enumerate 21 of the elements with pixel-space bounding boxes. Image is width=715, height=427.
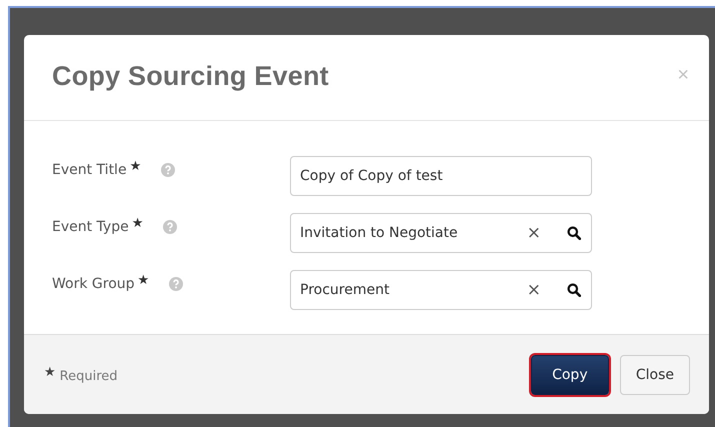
search-icon[interactable] — [567, 226, 581, 240]
required-mark: ★ — [132, 216, 144, 230]
required-note: Required — [60, 369, 118, 384]
dialog-title: Copy Sourcing Event — [52, 61, 329, 92]
required-mark: ★ — [130, 158, 142, 174]
required-mark: ★ — [138, 272, 150, 288]
close-dialog-button[interactable]: Close — [620, 354, 690, 394]
input-field[interactable]: Copy of Copy of test — [290, 156, 592, 196]
help-icon[interactable] — [161, 163, 176, 177]
clear-button[interactable]: × — [526, 280, 541, 300]
search-icon[interactable] — [567, 283, 581, 297]
input-field[interactable]: Procurement × — [290, 270, 592, 310]
field-label: Work Group — [52, 276, 135, 292]
help-icon[interactable] — [163, 220, 178, 234]
help-icon[interactable] — [169, 277, 184, 291]
field-label: Event Type — [52, 219, 129, 235]
field-label: Event Title — [52, 162, 127, 178]
input-field[interactable]: Invitation to Negotiate × — [290, 213, 592, 253]
required-mark: ★ — [44, 365, 56, 380]
copy-button[interactable]: Copy — [530, 354, 609, 394]
clear-button[interactable]: × — [526, 223, 541, 243]
